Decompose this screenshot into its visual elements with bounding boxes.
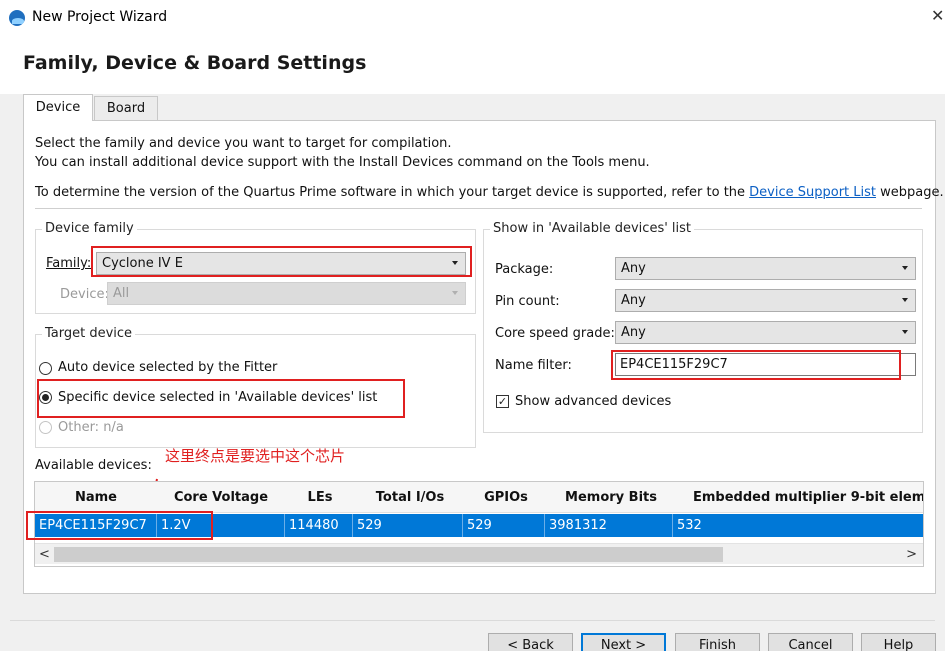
scroll-right-icon[interactable]: >: [906, 547, 917, 562]
pin-count-label: Pin count:: [495, 294, 560, 309]
annotation-text: 这里终点是要选中这个芯片: [165, 447, 346, 465]
core-speed-grade-combo-value: Any: [621, 325, 646, 340]
device-family-group-label: Device family: [42, 221, 137, 236]
window-title: New Project Wizard: [32, 9, 168, 25]
specific-device-radio[interactable]: [39, 391, 52, 404]
other-device-radio[interactable]: [39, 421, 52, 434]
core-speed-grade-label: Core speed grade:: [495, 326, 615, 341]
device-label: Device:: [60, 287, 109, 302]
target-device-group: Target device Auto device selected by th…: [35, 326, 476, 448]
separator: [35, 208, 922, 209]
package-label: Package:: [495, 262, 554, 277]
scroll-left-icon[interactable]: <: [39, 547, 50, 562]
device-combo[interactable]: All: [107, 282, 466, 305]
intro-line-3-prefix: To determine the version of the Quartus …: [35, 185, 746, 200]
show-in-list-group-label: Show in 'Available devices' list: [490, 221, 695, 236]
chevron-down-icon: [452, 261, 458, 265]
device-support-list-link[interactable]: Device Support List: [749, 185, 876, 200]
column-header-name[interactable]: Name: [35, 482, 157, 513]
cancel-button[interactable]: Cancel: [768, 633, 853, 651]
chevron-down-icon: [902, 298, 908, 302]
cell-total-ios: 529: [353, 514, 463, 537]
name-filter-input[interactable]: EP4CE115F29C7: [615, 353, 916, 376]
page-title: Family, Device & Board Settings: [23, 52, 367, 74]
column-header-memory-bits[interactable]: Memory Bits: [547, 482, 675, 513]
pin-count-combo[interactable]: Any: [615, 289, 916, 312]
specific-device-label: Specific device selected in 'Available d…: [58, 390, 378, 405]
cell-embedded-multiplier: 532: [677, 518, 702, 533]
intro-line-3: To determine the version of the Quartus …: [35, 185, 944, 200]
tab-device[interactable]: Device: [23, 94, 93, 121]
title-bar: New Project Wizard ✕: [0, 0, 945, 36]
package-combo[interactable]: Any: [615, 257, 916, 280]
table-row[interactable]: EP4CE115F29C7 1.2V 114480 529 529 398131…: [35, 514, 923, 537]
chevron-down-icon: [452, 291, 458, 295]
available-devices-label: Available devices:: [35, 458, 152, 473]
intro-line-2: You can install additional device suppor…: [35, 155, 650, 170]
available-devices-table[interactable]: Name Core Voltage LEs Total I/Os GPIOs M…: [34, 481, 924, 567]
app-icon: [9, 10, 25, 26]
page-header: Family, Device & Board Settings: [0, 36, 945, 94]
next-button[interactable]: Next >: [581, 633, 666, 651]
show-advanced-checkbox[interactable]: ✓: [496, 395, 509, 408]
cell-memory-bits: 3981312: [545, 514, 673, 537]
target-device-group-label: Target device: [42, 326, 136, 341]
cell-name: EP4CE115F29C7: [35, 514, 157, 537]
auto-device-label: Auto device selected by the Fitter: [58, 360, 278, 375]
other-device-label: Other: n/a: [58, 420, 124, 435]
show-in-list-group: Show in 'Available devices' list Package…: [483, 221, 923, 433]
column-header-gpios[interactable]: GPIOs: [465, 482, 547, 513]
pin-count-combo-value: Any: [621, 293, 646, 308]
cell-core-voltage: 1.2V: [157, 514, 285, 537]
back-button[interactable]: < Back: [488, 633, 573, 651]
core-speed-grade-combo[interactable]: Any: [615, 321, 916, 344]
family-label: Family:: [46, 256, 91, 271]
show-advanced-label: Show advanced devices: [515, 394, 672, 409]
tab-board[interactable]: Board: [94, 96, 158, 121]
device-combo-value: All: [113, 286, 130, 301]
family-label-text: Family:: [46, 256, 92, 271]
table-header: Name Core Voltage LEs Total I/Os GPIOs M…: [35, 482, 923, 513]
column-header-les[interactable]: LEs: [285, 482, 355, 513]
close-icon[interactable]: ✕: [931, 7, 945, 25]
package-combo-value: Any: [621, 261, 646, 276]
chevron-down-icon: [902, 266, 908, 270]
footer-divider: [10, 620, 935, 621]
finish-button[interactable]: Finish: [675, 633, 760, 651]
chevron-down-icon: [902, 330, 908, 334]
cell-les: 114480: [285, 514, 353, 537]
name-filter-label: Name filter:: [495, 358, 572, 373]
family-combo-value: Cyclone IV E: [102, 256, 183, 271]
intro-line-1: Select the family and device you want to…: [35, 136, 452, 151]
scrollbar-thumb[interactable]: [54, 547, 723, 562]
device-tab-panel: Select the family and device you want to…: [23, 120, 944, 594]
column-header-total-ios[interactable]: Total I/Os: [355, 482, 465, 513]
cell-gpios: 529: [463, 514, 545, 537]
column-header-embedded-multiplier[interactable]: Embedded multiplier 9-bit elements: [675, 482, 923, 513]
horizontal-scrollbar[interactable]: < >: [35, 543, 923, 564]
help-button[interactable]: Help: [861, 633, 936, 651]
auto-device-radio[interactable]: [39, 362, 52, 375]
family-combo[interactable]: Cyclone IV E: [96, 252, 466, 275]
intro-line-3-suffix: webpage.: [880, 185, 944, 200]
column-header-core-voltage[interactable]: Core Voltage: [157, 482, 285, 513]
device-family-group: Device family Family: Cyclone IV E Devic…: [35, 221, 476, 314]
